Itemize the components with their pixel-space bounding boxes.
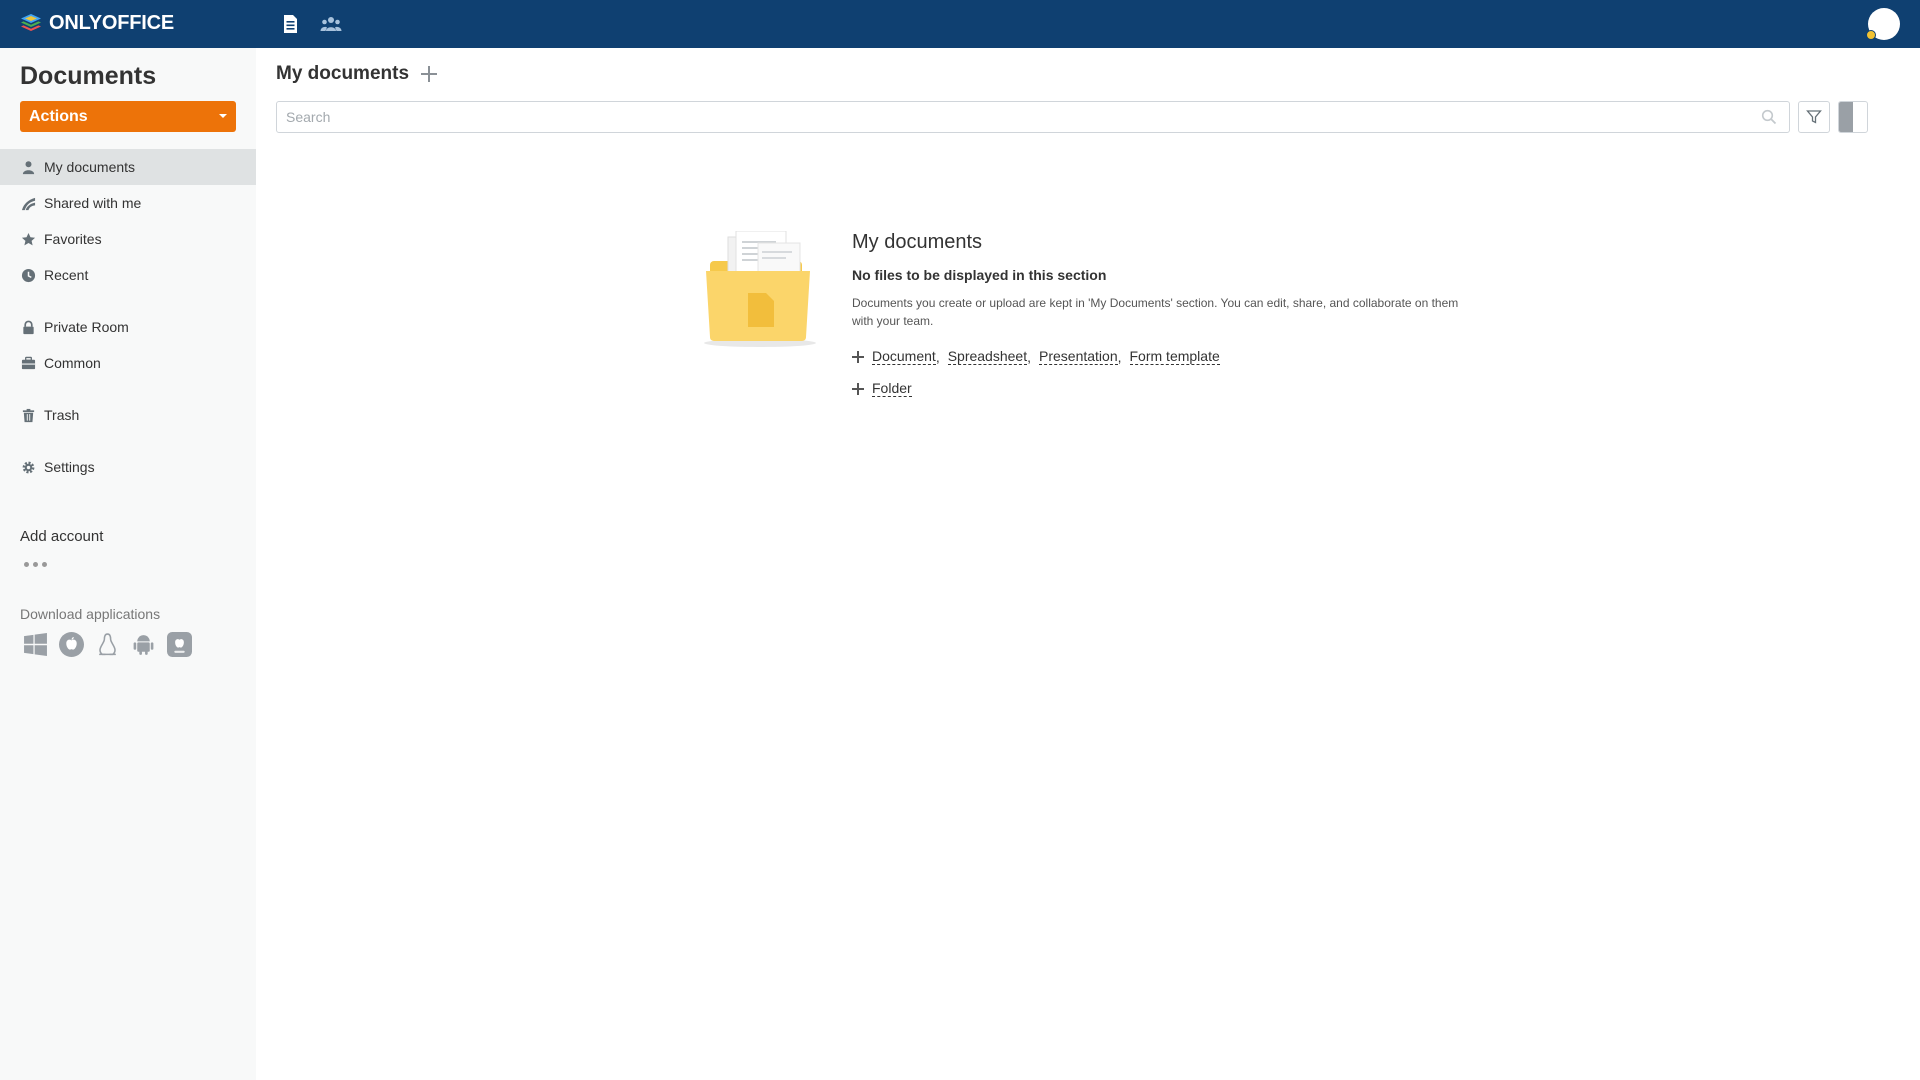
view-toggle-button[interactable] [1838, 101, 1868, 133]
caret-down-icon [219, 114, 227, 118]
create-form-template-link[interactable]: Form template [1129, 348, 1220, 365]
lock-icon [20, 319, 36, 335]
share-icon [20, 195, 36, 211]
sidebar-item-label: Trash [44, 407, 80, 423]
create-presentation-link[interactable]: Presentation [1039, 348, 1118, 365]
section-title: Documents [20, 62, 157, 90]
macos-icon[interactable] [59, 632, 84, 657]
brand-name: ONLYOFFICE [49, 11, 175, 34]
plus-icon [852, 382, 864, 395]
android-icon[interactable] [131, 632, 156, 657]
plus-icon[interactable] [418, 63, 440, 85]
page-title: My documents [276, 63, 410, 84]
gear-icon [20, 459, 36, 475]
top-bar: ONLYOFFICE [0, 0, 1920, 48]
filter-button[interactable] [1798, 101, 1830, 133]
panel-toggle-icon [1839, 102, 1853, 132]
sidebar-item-private-room[interactable]: Private Room [0, 309, 256, 345]
actions-label: Actions [29, 108, 88, 125]
sidebar-item-trash[interactable]: Trash [0, 397, 256, 433]
sidebar-item-favorites[interactable]: Favorites [0, 221, 256, 257]
sidebar: Documents Actions My documents Shared wi… [0, 48, 256, 1080]
briefcase-icon [20, 355, 36, 371]
sidebar-item-label: Settings [44, 459, 95, 475]
sidebar-item-label: Private Room [44, 319, 129, 335]
star-icon [20, 231, 36, 247]
sidebar-item-my-documents[interactable]: My documents [0, 149, 256, 185]
create-file-row: Document, Spreadsheet, Presentation, For… [852, 348, 1220, 365]
search-placeholder: Search [286, 109, 331, 125]
onlyoffice-logo[interactable]: ONLYOFFICE [19, 11, 174, 35]
documents-icon[interactable] [278, 12, 302, 36]
sidebar-item-label: Shared with me [44, 195, 142, 211]
search-input[interactable]: Search [276, 101, 1790, 133]
empty-folder-icon [704, 231, 816, 347]
windows-icon[interactable] [23, 632, 48, 657]
sidebar-item-label: Common [44, 355, 101, 371]
create-folder-link[interactable]: Folder [872, 380, 912, 397]
add-account-label: Add account [20, 528, 104, 545]
logo-layers-icon [21, 14, 41, 31]
sidebar-item-settings[interactable]: Settings [0, 449, 256, 485]
plus-icon [852, 350, 864, 363]
actions-button[interactable]: Actions [20, 101, 236, 132]
empty-state-description: Documents you create or upload are kept … [852, 296, 1459, 328]
status-badge [1866, 30, 1876, 40]
clock-icon [20, 267, 36, 283]
sidebar-item-recent[interactable]: Recent [0, 257, 256, 293]
more-options-icon[interactable] [24, 562, 47, 567]
ios-icon[interactable] [167, 632, 192, 657]
sidebar-item-label: Favorites [44, 231, 102, 247]
search-icon[interactable] [1761, 109, 1777, 125]
empty-state-title: My documents [852, 231, 983, 253]
sidebar-item-common[interactable]: Common [0, 345, 256, 381]
create-document-link[interactable]: Document [872, 348, 936, 365]
people-icon[interactable] [319, 12, 343, 36]
filter-icon [1806, 110, 1822, 124]
main-content: My documents Search My documents No file… [256, 48, 1920, 1080]
user-avatar[interactable] [1866, 8, 1900, 40]
create-spreadsheet-link[interactable]: Spreadsheet [947, 348, 1028, 365]
trash-icon [20, 407, 36, 423]
create-folder-row: Folder [852, 380, 912, 397]
sidebar-item-label: Recent [44, 267, 89, 283]
app-download-links [23, 632, 192, 657]
sidebar-item-shared-with-me[interactable]: Shared with me [0, 185, 256, 221]
person-icon [20, 159, 36, 175]
empty-state-subtitle: No files to be displayed in this section [852, 267, 1107, 283]
linux-icon[interactable] [95, 632, 120, 657]
download-applications-label: Download applications [20, 606, 161, 622]
sidebar-item-label: My documents [44, 159, 136, 175]
